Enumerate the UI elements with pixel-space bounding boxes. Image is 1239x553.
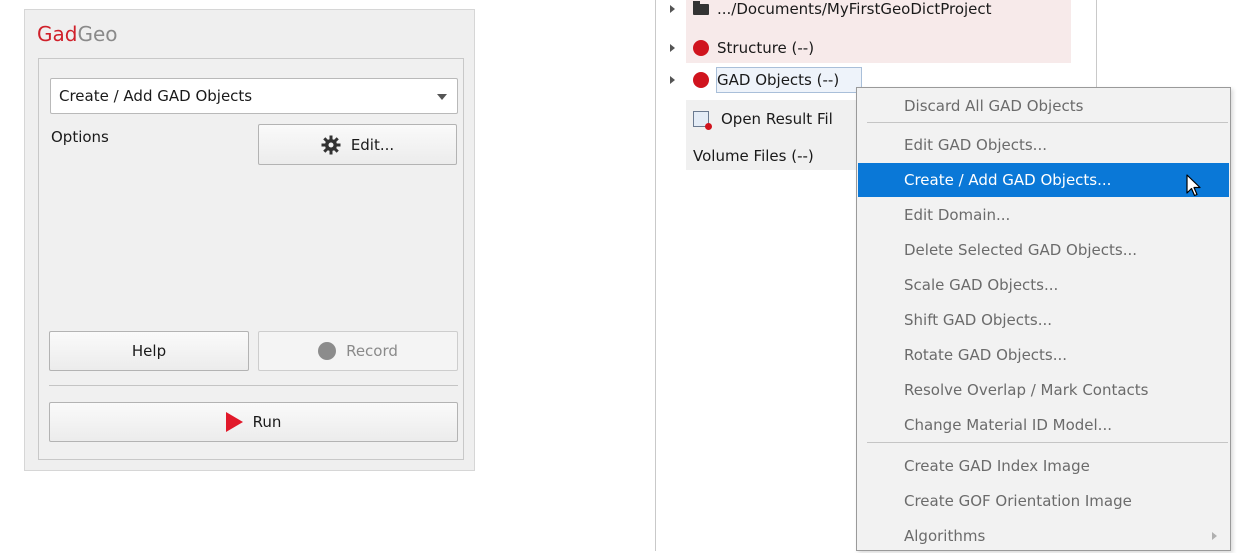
tree-item-structure[interactable]: Structure (--) bbox=[693, 35, 814, 61]
command-combobox[interactable]: Create / Add GAD Objects bbox=[50, 78, 458, 114]
structure-label: Structure (--) bbox=[717, 39, 815, 57]
menu-item-delete-selected[interactable]: Delete Selected GAD Objects... bbox=[858, 233, 1229, 267]
project-path-label: .../Documents/MyFirstGeoDictProject bbox=[717, 0, 992, 18]
command-group: Create / Add GAD Objects Options Edit...… bbox=[38, 58, 464, 460]
run-button[interactable]: Run bbox=[49, 402, 458, 442]
status-dot-icon bbox=[693, 40, 709, 56]
command-combobox-value: Create / Add GAD Objects bbox=[59, 87, 253, 105]
folder-icon bbox=[693, 0, 709, 15]
menu-item-discard-all[interactable]: Discard All GAD Objects bbox=[858, 89, 1229, 123]
record-button[interactable]: Record bbox=[258, 331, 458, 371]
tree-item-volume-files[interactable]: Volume Files (--) bbox=[693, 143, 814, 169]
menu-item-shift[interactable]: Shift GAD Objects... bbox=[858, 303, 1229, 337]
gad-objects-label: GAD Objects (--) bbox=[717, 71, 840, 89]
submenu-arrow-icon bbox=[1212, 532, 1217, 540]
menu-item-rotate[interactable]: Rotate GAD Objects... bbox=[858, 338, 1229, 372]
help-button[interactable]: Help bbox=[49, 331, 249, 371]
menu-item-change-material-id[interactable]: Change Material ID Model... bbox=[858, 408, 1229, 442]
menu-item-create-gof-orientation-image[interactable]: Create GOF Orientation Image bbox=[858, 484, 1229, 518]
menu-separator bbox=[867, 122, 1228, 123]
title-geo: Geo bbox=[77, 22, 118, 46]
menu-item-scale[interactable]: Scale GAD Objects... bbox=[858, 268, 1229, 302]
options-label: Options bbox=[51, 128, 109, 146]
tree-item-project[interactable]: .../Documents/MyFirstGeoDictProject bbox=[693, 0, 992, 22]
expand-arrow-icon[interactable] bbox=[670, 44, 675, 52]
open-result-label: Open Result Fil bbox=[721, 110, 833, 128]
edit-button[interactable]: Edit... bbox=[258, 124, 457, 165]
run-button-label: Run bbox=[252, 413, 282, 431]
expand-arrow-icon[interactable] bbox=[670, 5, 675, 13]
gear-icon bbox=[321, 135, 341, 154]
play-icon bbox=[225, 412, 243, 432]
panel-title: GadGeo bbox=[37, 22, 118, 46]
menu-separator bbox=[867, 442, 1228, 443]
menu-item-algorithms[interactable]: Algorithms bbox=[858, 519, 1229, 553]
menu-item-create-gad-index-image[interactable]: Create GAD Index Image bbox=[858, 449, 1229, 483]
mouse-cursor-icon bbox=[1186, 174, 1201, 197]
chevron-down-icon bbox=[437, 94, 447, 100]
volume-files-label: Volume Files (--) bbox=[693, 147, 814, 165]
edit-button-label: Edit... bbox=[350, 135, 395, 154]
menu-item-create-add-gad-objects[interactable]: Create / Add GAD Objects... bbox=[858, 163, 1229, 197]
context-menu: Discard All GAD Objects Edit GAD Objects… bbox=[856, 87, 1231, 551]
result-file-icon bbox=[693, 111, 712, 130]
help-button-label: Help bbox=[131, 342, 167, 360]
tree-left-border bbox=[655, 0, 656, 551]
algorithms-label: Algorithms bbox=[904, 527, 986, 545]
record-button-label: Record bbox=[346, 342, 398, 360]
expand-arrow-icon[interactable] bbox=[670, 76, 675, 84]
record-icon bbox=[318, 342, 337, 360]
menu-item-edit-domain[interactable]: Edit Domain... bbox=[858, 198, 1229, 232]
status-dot-icon bbox=[693, 72, 709, 88]
menu-item-resolve-overlap[interactable]: Resolve Overlap / Mark Contacts bbox=[858, 373, 1229, 407]
tree-item-open-result[interactable]: Open Result Fil bbox=[693, 106, 833, 132]
title-gad: Gad bbox=[37, 22, 78, 46]
tree-item-gad-objects[interactable]: GAD Objects (--) bbox=[693, 67, 839, 93]
gadgeo-panel: GadGeo Create / Add GAD Objects Options bbox=[24, 9, 475, 471]
divider bbox=[49, 385, 458, 386]
menu-item-edit-gad-objects[interactable]: Edit GAD Objects... bbox=[858, 128, 1229, 162]
